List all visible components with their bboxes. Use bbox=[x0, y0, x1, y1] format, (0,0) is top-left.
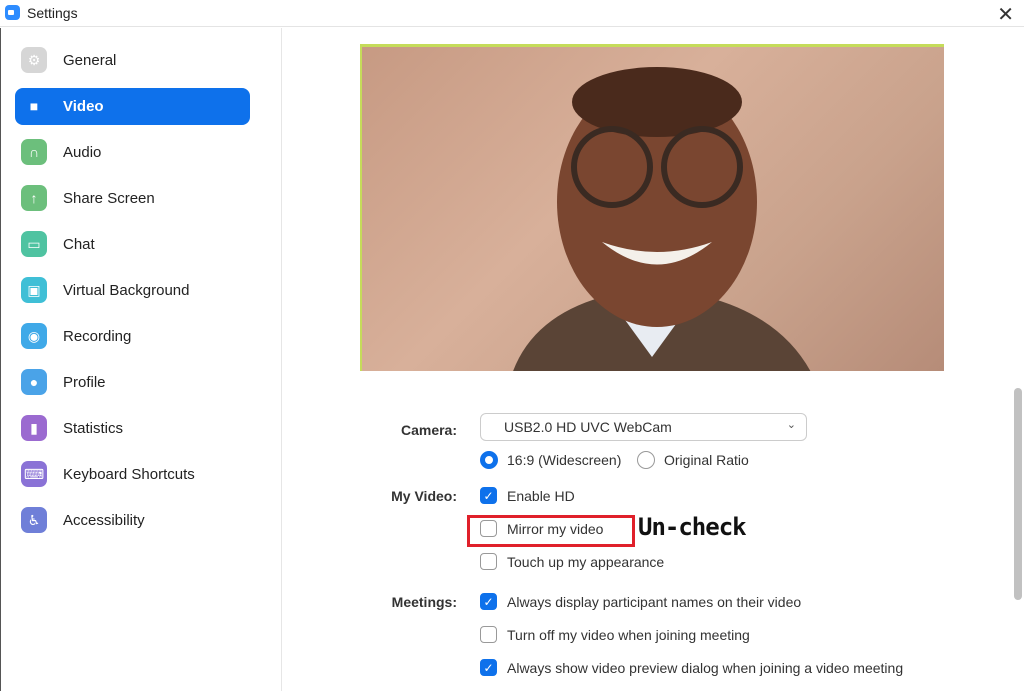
sidebar-item-share-screen[interactable]: ↑ Share Screen bbox=[15, 180, 250, 217]
annotation-text: Un-check bbox=[638, 513, 747, 541]
checkbox-label: Touch up my appearance bbox=[507, 553, 665, 570]
share-screen-icon: ↑ bbox=[21, 185, 47, 211]
turn-off-video-checkbox[interactable]: Turn off my video when joining meeting bbox=[480, 626, 750, 643]
sidebar-item-label: Profile bbox=[63, 374, 106, 391]
ratio-widescreen-radio[interactable]: 16:9 (Widescreen) bbox=[480, 451, 621, 469]
sidebar-item-profile[interactable]: ● Profile bbox=[15, 364, 250, 401]
ratio-original-radio[interactable]: Original Ratio bbox=[637, 451, 749, 469]
title-bar: Settings ✕ bbox=[0, 0, 1024, 27]
sidebar-item-label: Keyboard Shortcuts bbox=[63, 466, 195, 483]
sidebar-item-label: Audio bbox=[63, 144, 102, 161]
sidebar-item-virtual-background[interactable]: ▣ Virtual Background bbox=[15, 272, 250, 309]
chevron-down-icon: ⌄ bbox=[786, 419, 796, 431]
zoom-app-icon bbox=[5, 5, 20, 20]
scrollbar-thumb[interactable] bbox=[1014, 388, 1022, 600]
video-preview bbox=[360, 44, 944, 371]
statistics-icon: ▮ bbox=[21, 415, 47, 441]
sidebar-item-general[interactable]: ⚙ General bbox=[15, 42, 250, 79]
sidebar-item-keyboard-shortcuts[interactable]: ⌨ Keyboard Shortcuts bbox=[15, 456, 250, 493]
checkbox-checked-icon: ✓ bbox=[480, 593, 497, 610]
sidebar-item-video[interactable]: ■ Video bbox=[15, 88, 250, 125]
camera-select-value: USB2.0 HD UVC WebCam bbox=[504, 419, 672, 435]
checkbox-checked-icon: ✓ bbox=[480, 659, 497, 676]
chat-icon: ▭ bbox=[21, 231, 47, 257]
radio-unselected-icon bbox=[637, 451, 655, 469]
sidebar-item-label: Share Screen bbox=[63, 190, 155, 207]
sidebar-item-audio[interactable]: ∩ Audio bbox=[15, 134, 250, 171]
close-icon[interactable]: ✕ bbox=[997, 2, 1014, 27]
annotation-highlight-box bbox=[467, 515, 635, 547]
checkbox-label: Enable HD bbox=[507, 487, 575, 504]
radio-selected-icon bbox=[480, 451, 498, 469]
virtual-background-icon: ▣ bbox=[21, 277, 47, 303]
sidebar-item-label: Recording bbox=[63, 328, 132, 345]
window-title: Settings bbox=[27, 5, 78, 21]
sidebar-item-statistics[interactable]: ▮ Statistics bbox=[15, 410, 250, 447]
sidebar-item-recording[interactable]: ◉ Recording bbox=[15, 318, 250, 355]
camera-preview-image bbox=[513, 67, 811, 371]
profile-icon: ● bbox=[21, 369, 47, 395]
meetings-label: Meetings: bbox=[391, 594, 457, 610]
sidebar-item-label: Virtual Background bbox=[63, 282, 190, 299]
sidebar-item-label: Chat bbox=[63, 236, 95, 253]
checkbox-checked-icon: ✓ bbox=[480, 487, 497, 504]
touch-up-checkbox[interactable]: Touch up my appearance bbox=[480, 553, 664, 570]
keyboard-icon: ⌨ bbox=[21, 461, 47, 487]
checkbox-label: Turn off my video when joining meeting bbox=[507, 626, 750, 643]
checkbox-unchecked-icon bbox=[480, 553, 497, 570]
checkbox-label: Always show video preview dialog when jo… bbox=[507, 659, 904, 676]
recording-icon: ◉ bbox=[21, 323, 47, 349]
radio-label: 16:9 (Widescreen) bbox=[507, 452, 622, 468]
enable-hd-checkbox[interactable]: ✓ Enable HD bbox=[480, 487, 575, 504]
checkbox-label: Always display participant names on thei… bbox=[507, 593, 802, 610]
sidebar-item-label: Accessibility bbox=[63, 512, 145, 529]
accessibility-icon: ♿ bbox=[21, 507, 47, 533]
checkbox-unchecked-icon bbox=[480, 626, 497, 643]
sidebar-item-accessibility[interactable]: ♿ Accessibility bbox=[15, 502, 250, 539]
sidebar: ⚙ General ■ Video ∩ Audio ↑ Share Screen ▭ Chat ▣ V… bbox=[0, 28, 282, 691]
radio-label: Original Ratio bbox=[664, 452, 749, 468]
gear-icon: ⚙ bbox=[21, 47, 47, 73]
sidebar-item-chat[interactable]: ▭ Chat bbox=[15, 226, 250, 263]
sidebar-item-label: General bbox=[63, 52, 117, 69]
sidebar-item-label: Statistics bbox=[63, 420, 124, 437]
video-camera-icon: ■ bbox=[29, 98, 39, 114]
sidebar-item-label: Video bbox=[63, 98, 104, 115]
camera-label: Camera: bbox=[400, 422, 457, 438]
headphones-icon: ∩ bbox=[21, 139, 47, 165]
video-preview-dialog-checkbox[interactable]: ✓ Always show video preview dialog when j… bbox=[480, 659, 903, 676]
display-names-checkbox[interactable]: ✓ Always display participant names on the… bbox=[480, 593, 801, 610]
camera-select[interactable]: USB2.0 HD UVC WebCam ⌄ bbox=[480, 413, 807, 441]
my-video-label: My Video: bbox=[391, 488, 457, 504]
